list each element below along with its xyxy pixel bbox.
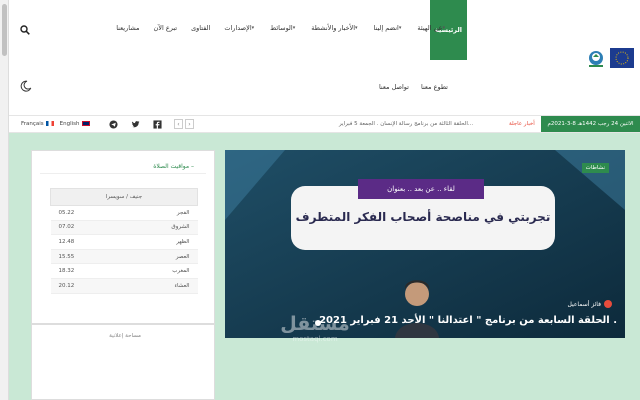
facebook-icon[interactable] — [153, 120, 162, 129]
ad-label: مساحة إعلانية — [109, 333, 141, 339]
ticker-date: الاثنين 24 رجب 1442هـ 8-3-2021م — [541, 116, 640, 132]
chevron-down-icon: ▾ — [355, 25, 358, 31]
nav-item[interactable]: الوسائط ▾ — [263, 24, 304, 32]
language-switcher: Français English — [21, 121, 90, 127]
site-header: الرئيسية عن الهيئة ▾ انضم إلينا ▾ الأخبار وا… — [9, 0, 640, 115]
mostaql-watermark: مستقل mostaql.com — [280, 313, 350, 343]
main-nav: عن الهيئة ▾ انضم إلينا ▾ الأخبار والأنشطة ▾ ال… — [109, 24, 454, 32]
prayer-row: 12.48 الظهر — [50, 234, 198, 250]
author-icon — [604, 300, 612, 308]
nav-item[interactable]: مشاريعنا — [109, 24, 146, 32]
ticker-urgent-label: أخبار عاجلة — [509, 121, 535, 127]
prayer-row: 20.12 العشاء — [50, 278, 198, 294]
prayer-times-title: مواقيت الصلاة – — [153, 163, 194, 170]
ticker-news-text[interactable]: الحلقة الثالثة من برنامج رسالة الإنسان .… — [339, 121, 473, 127]
prayer-times-widget: مواقيت الصلاة – جنيف / سويسرا 05.22 الفجر… — [31, 150, 215, 324]
news-ticker: Français English ‹ › الحلقة الثالثة من ب… — [9, 115, 640, 133]
nav-item[interactable]: الإصدارات ▾ — [217, 24, 263, 32]
prayer-location: جنيف / سويسرا — [50, 188, 198, 206]
uk-flag-icon — [81, 121, 90, 126]
prayer-time: 20.12 — [50, 278, 122, 294]
prayer-time: 05.22 — [50, 205, 122, 221]
slide-caption[interactable]: الحلقة السابعة من برنامج " اعتدالنا " ال… — [319, 315, 617, 326]
prayer-time: 07.02 — [50, 220, 122, 236]
slide-person-image — [395, 280, 439, 338]
twitter-icon[interactable] — [131, 120, 140, 129]
nav-item[interactable]: تواصل معنا — [373, 83, 415, 91]
nav-item-label: الوسائط — [270, 24, 293, 32]
dark-mode-icon[interactable] — [20, 80, 32, 92]
chevron-down-icon: ▾ — [251, 25, 255, 31]
prayer-time: 15.55 — [50, 249, 122, 265]
prayer-row: 18.32 المغرب — [50, 263, 198, 279]
lang-french[interactable]: Français — [21, 121, 54, 127]
slide-banner-top: لقاء .. عن بعد .. بعنوان — [358, 179, 484, 199]
ticker-next-button[interactable]: › — [185, 119, 194, 129]
france-flag-icon — [45, 121, 54, 126]
ad-space: مساحة إعلانية — [31, 324, 215, 400]
prayer-name: الفجر — [121, 205, 198, 221]
prayer-name: المغرب — [121, 263, 198, 279]
nav-item-label: الأخبار والأنشطة — [311, 24, 356, 32]
telegram-icon[interactable] — [109, 120, 118, 129]
nav-item[interactable]: عن الهيئة ▾ — [410, 24, 454, 32]
slide-category-badge[interactable]: نشاطات — [581, 163, 609, 173]
prayer-row: 07.02 الشروق — [50, 220, 198, 236]
prayer-name: الظهر — [121, 234, 198, 250]
prayer-name: العصر — [121, 249, 198, 265]
ticker-arrows: ‹ › — [174, 119, 194, 129]
minus-icon[interactable]: – — [191, 163, 194, 170]
secondary-nav: تطوع معنا تواصل معنا — [373, 83, 454, 91]
nav-item-label: الفتاوى — [191, 24, 211, 32]
page-scrollbar[interactable] — [0, 0, 9, 400]
prayer-time: 12.48 — [50, 234, 122, 250]
search-icon[interactable] — [20, 25, 30, 35]
nav-item-label: مشاريعنا — [116, 24, 140, 32]
chevron-down-icon: ▾ — [292, 25, 296, 31]
nav-item-label: انضم إلينا — [373, 24, 399, 32]
prayer-name: العشاء — [121, 278, 198, 294]
ticker-prev-button[interactable]: ‹ — [174, 119, 183, 129]
featured-slider[interactable]: لقاء .. عن بعد .. بعنوان تجربتي في مناصح… — [225, 150, 625, 338]
nav-item[interactable]: الفتاوى — [184, 24, 217, 32]
slide-banner-main: تجربتي في مناصحة أصحاب الفكر المتطرف — [295, 210, 551, 224]
prayer-row: 15.55 العصر — [50, 249, 198, 265]
nav-item-label: تبرع الآن — [153, 24, 178, 32]
prayer-name: الشروق — [121, 220, 198, 236]
nav-item-label: عن الهيئة — [417, 24, 443, 32]
divider — [40, 173, 206, 174]
chevron-down-icon: ▾ — [398, 25, 402, 31]
chevron-down-icon: ▾ — [442, 25, 445, 31]
site-logo — [589, 48, 634, 68]
prayer-time: 18.32 — [50, 263, 122, 279]
lang-english[interactable]: English — [60, 121, 90, 127]
nav-item[interactable]: تطوع معنا — [415, 83, 454, 91]
nav-item[interactable]: تبرع الآن — [146, 24, 184, 32]
prayer-row: 05.22 الفجر — [50, 205, 198, 221]
scrollbar-thumb[interactable] — [2, 4, 7, 56]
nav-item[interactable]: الأخبار والأنشطة ▾ — [304, 24, 366, 32]
prayer-times-table: جنيف / سويسرا 05.22 الفجر 07.02 الشروق 12.48… — [50, 188, 198, 294]
slide-author[interactable]: فائز أسماعيل — [567, 300, 612, 308]
nav-item-label: الإصدارات — [224, 24, 252, 32]
nav-item[interactable]: انضم إلينا ▾ — [367, 24, 411, 32]
